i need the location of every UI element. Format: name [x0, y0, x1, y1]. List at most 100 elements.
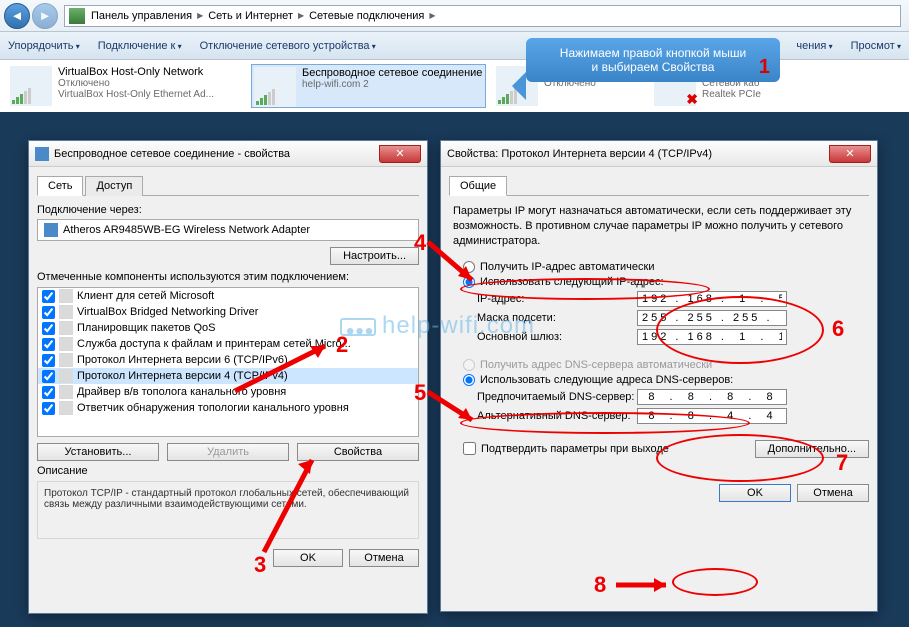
component-icon: [59, 369, 73, 383]
address-bar[interactable]: Панель управления▶ Сеть и Интернет▶ Сете…: [64, 5, 901, 27]
dialog-title: Беспроводное сетевое соединение - свойст…: [54, 148, 290, 160]
radio-ip-manual[interactable]: Использовать следующий IP-адрес:: [463, 276, 869, 288]
radio[interactable]: [463, 374, 475, 386]
component-icon: [59, 305, 73, 319]
configure-button[interactable]: Настроить...: [330, 247, 419, 265]
list-item[interactable]: Драйвер в/в тополога канального уровня: [38, 384, 418, 400]
checkbox[interactable]: [42, 402, 55, 415]
checkbox[interactable]: [42, 290, 55, 303]
list-item[interactable]: Служба доступа к файлам и принтерам сете…: [38, 336, 418, 352]
crumb-3[interactable]: Сетевые подключения: [307, 10, 426, 22]
adapter-icon: [44, 223, 58, 237]
dialog-titlebar[interactable]: Свойства: Протокол Интернета версии 4 (T…: [441, 141, 877, 167]
ok-button[interactable]: OK: [273, 549, 343, 567]
checkbox[interactable]: [42, 386, 55, 399]
component-icon: [59, 289, 73, 303]
forward-button[interactable]: ►: [32, 3, 58, 29]
list-item[interactable]: Клиент для сетей Microsoft: [38, 288, 418, 304]
list-item[interactable]: VirtualBox Bridged Networking Driver: [38, 304, 418, 320]
conn-status: Отключено: [58, 78, 241, 89]
mask-label: Маска подсети:: [477, 312, 637, 324]
dns2-label: Альтернативный DNS-сервер:: [477, 410, 637, 422]
item-label: Служба доступа к файлам и принтерам сете…: [77, 338, 351, 350]
confirm-row[interactable]: Подтвердить параметры при выходе Дополни…: [463, 440, 869, 458]
label-connect-via: Подключение через:: [37, 204, 419, 216]
item-label: VirtualBox Bridged Networking Driver: [77, 306, 258, 318]
menu-organize[interactable]: Упорядочить: [8, 40, 80, 52]
dns1-input[interactable]: [637, 389, 787, 405]
checkbox[interactable]: [42, 338, 55, 351]
wifi-icon: [254, 67, 296, 107]
cancel-button[interactable]: Отмена: [797, 484, 869, 502]
remove-button[interactable]: Удалить: [167, 443, 289, 461]
conn-title: VirtualBox Host-Only Network: [58, 66, 241, 78]
menu-trunc1[interactable]: чения: [796, 40, 832, 52]
tab-general[interactable]: Общие: [449, 176, 507, 196]
dialog-titlebar[interactable]: Беспроводное сетевое соединение - свойст…: [29, 141, 427, 167]
checkbox[interactable]: [42, 354, 55, 367]
tab-network[interactable]: Сеть: [37, 176, 83, 196]
list-item[interactable]: Планировщик пакетов QoS: [38, 320, 418, 336]
radio-label: Использовать следующие адреса DNS-сервер…: [480, 374, 733, 386]
close-button[interactable]: ✕: [829, 145, 871, 163]
item-label: Планировщик пакетов QoS: [77, 322, 216, 334]
conn-wireless[interactable]: Беспроводное сетевое соединение help-wif…: [251, 64, 486, 108]
tooltip-callout: Нажимаем правой кнопкой мыши и выбираем …: [526, 38, 780, 82]
dialog-title: Свойства: Протокол Интернета версии 4 (T…: [447, 148, 712, 160]
item-label: Ответчик обнаружения топологии канальног…: [77, 402, 349, 414]
list-item[interactable]: Протокол Интернета версии 6 (TCP/IPv6): [38, 352, 418, 368]
properties-button[interactable]: Свойства: [297, 443, 419, 461]
gateway-label: Основной шлюз:: [477, 331, 637, 343]
advanced-button[interactable]: Дополнительно...: [755, 440, 869, 458]
radio-dns-manual[interactable]: Использовать следующие адреса DNS-сервер…: [463, 374, 869, 386]
checkbox[interactable]: [42, 306, 55, 319]
list-item[interactable]: Ответчик обнаружения топологии канальног…: [38, 400, 418, 416]
crumb-2[interactable]: Сеть и Интернет: [206, 10, 295, 22]
ok-button[interactable]: OK: [719, 484, 791, 502]
radio-label: Использовать следующий IP-адрес:: [480, 276, 664, 288]
menu-disable[interactable]: Отключение сетевого устройства: [200, 40, 376, 52]
checkbox-confirm[interactable]: [463, 442, 476, 455]
dns2-input[interactable]: [637, 408, 787, 424]
component-icon: [59, 385, 73, 399]
mask-input[interactable]: [637, 310, 787, 326]
back-button[interactable]: ◄: [4, 3, 30, 29]
checkbox[interactable]: [42, 370, 55, 383]
gateway-input[interactable]: [637, 329, 787, 345]
component-icon: [59, 353, 73, 367]
adapter-field: Atheros AR9485WB-EG Wireless Network Ada…: [37, 219, 419, 241]
adapter-name: Atheros AR9485WB-EG Wireless Network Ada…: [63, 224, 310, 236]
radio[interactable]: [463, 276, 475, 288]
close-button[interactable]: ✕: [379, 145, 421, 163]
tab-access[interactable]: Доступ: [85, 176, 143, 196]
install-button[interactable]: Установить...: [37, 443, 159, 461]
ip-label: IP-адрес:: [477, 293, 637, 305]
component-icon: [59, 401, 73, 415]
radio-label: Получить адрес DNS-сервера автоматически: [480, 359, 712, 371]
dialog-ipv4: Свойства: Протокол Интернета версии 4 (T…: [440, 140, 878, 612]
crumb-1[interactable]: Панель управления: [89, 10, 194, 22]
tabs: Общие: [449, 175, 869, 196]
menu-connect[interactable]: Подключение к: [98, 40, 182, 52]
network-icon: [10, 66, 52, 106]
radio-ip-auto[interactable]: Получить IP-адрес автоматически: [463, 261, 869, 273]
conn-virtualbox[interactable]: VirtualBox Host-Only Network Отключено V…: [8, 64, 243, 108]
explorer-top-bar: ◄ ► Панель управления▶ Сеть и Интернет▶ …: [0, 0, 909, 32]
dns-fields: Предпочитаемый DNS-сервер: Альтернативны…: [477, 389, 869, 424]
tabs: Сеть Доступ: [37, 175, 419, 196]
conn-device: Realtek PCIe: [702, 89, 800, 100]
item-label: Клиент для сетей Microsoft: [77, 290, 214, 302]
menu-trunc2[interactable]: Просмот: [851, 40, 901, 52]
intro-text: Параметры IP могут назначаться автоматич…: [453, 204, 865, 249]
dialog-properties: Беспроводное сетевое соединение - свойст…: [28, 140, 428, 614]
components-list[interactable]: Клиент для сетей Microsoft VirtualBox Br…: [37, 287, 419, 437]
radio[interactable]: [463, 261, 475, 273]
conn-device: VirtualBox Host-Only Ethernet Ad...: [58, 89, 241, 100]
radio: [463, 359, 475, 371]
cancel-button[interactable]: Отмена: [349, 549, 419, 567]
conn-status: help-wifi.com 2: [302, 79, 483, 90]
callout-line1: Нажимаем правой кнопкой мыши: [536, 46, 770, 60]
checkbox[interactable]: [42, 322, 55, 335]
ip-input[interactable]: [637, 291, 787, 307]
list-item-ipv4[interactable]: Протокол Интернета версии 4 (TCP/IPv4): [38, 368, 418, 384]
